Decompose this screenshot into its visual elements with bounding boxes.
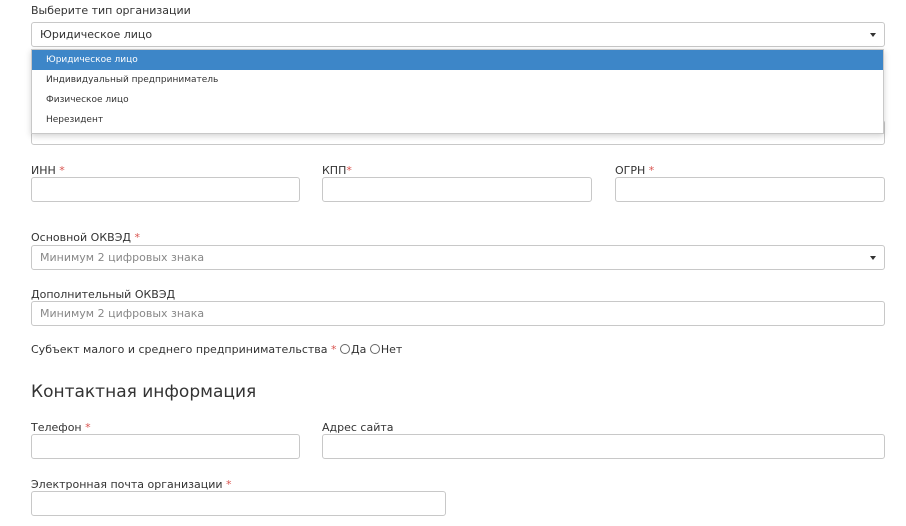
inn-label: ИНН * [31, 164, 65, 177]
sme-yes-radio[interactable] [340, 344, 351, 354]
chevron-down-icon [870, 33, 876, 37]
sme-row: Субъект малого и среднего предпринимател… [31, 343, 402, 356]
sme-yes-label[interactable]: Да [351, 343, 366, 356]
required-mark: * [226, 478, 232, 491]
kpp-label: КПП* [322, 164, 352, 177]
org-type-option-legal[interactable]: Юридическое лицо [32, 50, 883, 70]
org-type-dropdown: Юридическое лицо Индивидуальный предприн… [31, 49, 884, 134]
sme-no-radio[interactable] [369, 344, 380, 354]
ogrn-label: ОГРН * [615, 164, 655, 177]
site-label: Адрес сайта [322, 421, 394, 434]
email-label: Электронная почта организации * [31, 478, 232, 491]
org-type-option-individual[interactable]: Физическое лицо [32, 90, 883, 110]
okved-main-label: Основной ОКВЭД * [31, 231, 140, 244]
required-mark: * [59, 164, 65, 177]
okved-extra-input[interactable]: Минимум 2 цифровых знака [31, 301, 885, 326]
phone-input[interactable] [31, 434, 300, 459]
org-type-option-nonresident[interactable]: Нерезидент [32, 110, 883, 130]
okved-extra-placeholder: Минимум 2 цифровых знака [40, 307, 205, 320]
sme-label: Субъект малого и среднего предпринимател… [31, 343, 328, 356]
inn-input[interactable] [31, 177, 300, 202]
kpp-input[interactable] [322, 177, 592, 202]
org-type-select[interactable]: Юридическое лицо [31, 22, 885, 47]
okved-main-select[interactable]: Минимум 2 цифровых знака [31, 245, 885, 270]
required-mark: * [648, 164, 655, 177]
org-type-label: Выберите тип организации [31, 4, 191, 17]
org-type-select-value: Юридическое лицо [40, 28, 153, 41]
org-type-option-entrepreneur[interactable]: Индивидуальный предприниматель [32, 70, 883, 90]
ogrn-input[interactable] [615, 177, 885, 202]
required-mark: * [134, 231, 140, 244]
phone-label: Телефон * [31, 421, 91, 434]
required-mark: * [331, 343, 337, 356]
okved-extra-label: Дополнительный ОКВЭД [31, 288, 176, 301]
email-input[interactable] [31, 491, 446, 516]
required-mark: * [346, 164, 352, 177]
okved-main-placeholder: Минимум 2 цифровых знака [40, 251, 205, 264]
sme-no-label[interactable]: Нет [381, 343, 402, 356]
chevron-down-icon [870, 256, 876, 260]
required-mark: * [85, 421, 91, 434]
contacts-title: Контактная информация [31, 382, 257, 402]
site-input[interactable] [322, 434, 885, 459]
